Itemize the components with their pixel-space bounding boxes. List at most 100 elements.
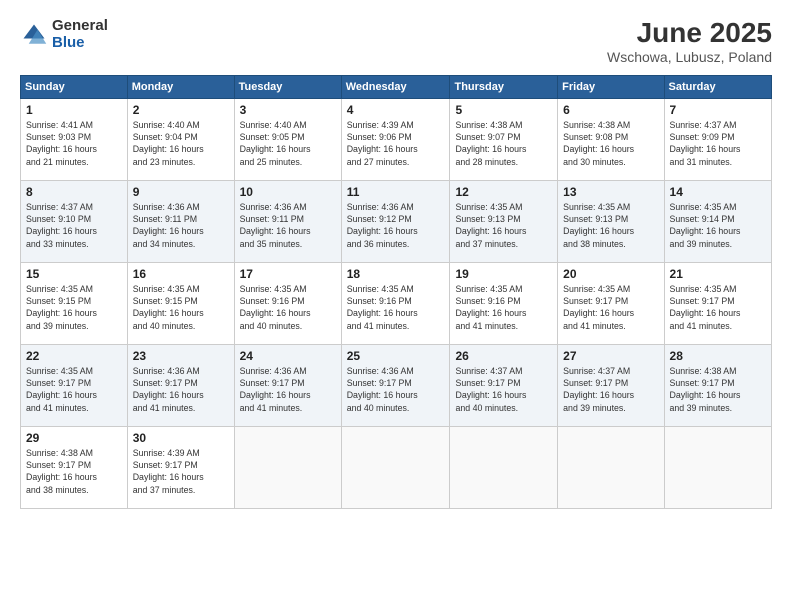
table-row — [341, 426, 450, 508]
table-row: 5 Sunrise: 4:38 AM Sunset: 9:07 PM Daylig… — [450, 98, 558, 180]
table-row: 11Sunrise: 4:36 AM Sunset: 9:12 PM Dayli… — [341, 180, 450, 262]
day-info: Sunrise: 4:35 AM Sunset: 9:13 PM Dayligh… — [563, 201, 658, 250]
table-row: 26Sunrise: 4:37 AM Sunset: 9:17 PM Dayli… — [450, 344, 558, 426]
day-number: 27 — [563, 349, 658, 363]
day-number: 22 — [26, 349, 122, 363]
table-row: 29 Sunrise: 4:38 AM Sunset: 9:17 PM Dayli… — [21, 426, 128, 508]
table-row: 17Sunrise: 4:35 AM Sunset: 9:16 PM Dayli… — [234, 262, 341, 344]
page: General Blue June 2025 Wschowa, Lubusz, … — [0, 0, 792, 612]
day-number: 7 — [670, 103, 766, 117]
day-info: Sunrise: 4:37 AM Sunset: 9:10 PM Dayligh… — [26, 201, 122, 250]
table-row: 30 Sunrise: 4:39 AM Sunset: 9:17 PM Dayli… — [127, 426, 234, 508]
day-info: Sunrise: 4:35 AM Sunset: 9:15 PM Dayligh… — [133, 283, 229, 332]
day-number: 24 — [240, 349, 336, 363]
table-row: 13 Sunrise: 4:35 AM Sunset: 9:13 PM Dayli… — [558, 180, 664, 262]
table-row: 3 Sunrise: 4:40 AM Sunset: 9:05 PM Daylig… — [234, 98, 341, 180]
day-number: 18 — [347, 267, 445, 281]
table-row: 1Sunrise: 4:41 AM Sunset: 9:03 PM Daylig… — [21, 98, 128, 180]
day-info: Sunrise: 4:37 AM Sunset: 9:17 PM Dayligh… — [563, 365, 658, 414]
day-info: Sunrise: 4:35 AM Sunset: 9:17 PM Dayligh… — [670, 283, 766, 332]
table-row — [664, 426, 771, 508]
day-number: 14 — [670, 185, 766, 199]
main-title: June 2025 — [607, 18, 772, 49]
day-number: 3 — [240, 103, 336, 117]
day-number: 5 — [455, 103, 552, 117]
header: General Blue June 2025 Wschowa, Lubusz, … — [20, 18, 772, 65]
day-info: Sunrise: 4:38 AM Sunset: 9:08 PM Dayligh… — [563, 119, 658, 168]
day-number: 28 — [670, 349, 766, 363]
table-row: 20Sunrise: 4:35 AM Sunset: 9:17 PM Dayli… — [558, 262, 664, 344]
day-number: 30 — [133, 431, 229, 445]
day-info: Sunrise: 4:36 AM Sunset: 9:17 PM Dayligh… — [133, 365, 229, 414]
day-number: 16 — [133, 267, 229, 281]
day-info: Sunrise: 4:40 AM Sunset: 9:05 PM Dayligh… — [240, 119, 336, 168]
table-row: 24 Sunrise: 4:36 AM Sunset: 9:17 PM Dayli… — [234, 344, 341, 426]
table-row: 9 Sunrise: 4:36 AM Sunset: 9:11 PM Daylig… — [127, 180, 234, 262]
table-row: 18 Sunrise: 4:35 AM Sunset: 9:16 PM Dayli… — [341, 262, 450, 344]
day-info: Sunrise: 4:37 AM Sunset: 9:17 PM Dayligh… — [455, 365, 552, 414]
day-number: 8 — [26, 185, 122, 199]
calendar-header-row: Sunday Monday Tuesday Wednesday Thursday… — [21, 75, 772, 98]
day-number: 17 — [240, 267, 336, 281]
day-number: 12 — [455, 185, 552, 199]
day-info: Sunrise: 4:35 AM Sunset: 9:13 PM Dayligh… — [455, 201, 552, 250]
col-friday: Friday — [558, 75, 664, 98]
col-wednesday: Wednesday — [341, 75, 450, 98]
day-info: Sunrise: 4:40 AM Sunset: 9:04 PM Dayligh… — [133, 119, 229, 168]
day-number: 21 — [670, 267, 766, 281]
day-info: Sunrise: 4:35 AM Sunset: 9:16 PM Dayligh… — [455, 283, 552, 332]
table-row: 22 Sunrise: 4:35 AM Sunset: 9:17 PM Dayli… — [21, 344, 128, 426]
day-info: Sunrise: 4:39 AM Sunset: 9:17 PM Dayligh… — [133, 447, 229, 496]
table-row: 8 Sunrise: 4:37 AM Sunset: 9:10 PM Daylig… — [21, 180, 128, 262]
day-number: 23 — [133, 349, 229, 363]
col-thursday: Thursday — [450, 75, 558, 98]
day-info: Sunrise: 4:38 AM Sunset: 9:17 PM Dayligh… — [670, 365, 766, 414]
table-row — [234, 426, 341, 508]
table-row: 19Sunrise: 4:35 AM Sunset: 9:16 PM Dayli… — [450, 262, 558, 344]
day-info: Sunrise: 4:35 AM Sunset: 9:17 PM Dayligh… — [26, 365, 122, 414]
day-number: 10 — [240, 185, 336, 199]
day-info: Sunrise: 4:35 AM Sunset: 9:15 PM Dayligh… — [26, 283, 122, 332]
table-row: 12 Sunrise: 4:35 AM Sunset: 9:13 PM Dayli… — [450, 180, 558, 262]
table-row: 16 Sunrise: 4:35 AM Sunset: 9:15 PM Dayli… — [127, 262, 234, 344]
day-info: Sunrise: 4:38 AM Sunset: 9:07 PM Dayligh… — [455, 119, 552, 168]
table-row: 21 Sunrise: 4:35 AM Sunset: 9:17 PM Dayli… — [664, 262, 771, 344]
day-number: 4 — [347, 103, 445, 117]
day-number: 2 — [133, 103, 229, 117]
table-row: 7 Sunrise: 4:37 AM Sunset: 9:09 PM Daylig… — [664, 98, 771, 180]
table-row: 25 Sunrise: 4:36 AM Sunset: 9:17 PM Dayli… — [341, 344, 450, 426]
day-info: Sunrise: 4:39 AM Sunset: 9:06 PM Dayligh… — [347, 119, 445, 168]
table-row — [450, 426, 558, 508]
day-number: 9 — [133, 185, 229, 199]
table-row: 4 Sunrise: 4:39 AM Sunset: 9:06 PM Daylig… — [341, 98, 450, 180]
table-row: 2 Sunrise: 4:40 AM Sunset: 9:04 PM Daylig… — [127, 98, 234, 180]
day-info: Sunrise: 4:36 AM Sunset: 9:17 PM Dayligh… — [347, 365, 445, 414]
day-info: Sunrise: 4:37 AM Sunset: 9:09 PM Dayligh… — [670, 119, 766, 168]
logo: General Blue — [20, 18, 108, 51]
day-number: 1 — [26, 103, 122, 117]
col-monday: Monday — [127, 75, 234, 98]
day-info: Sunrise: 4:36 AM Sunset: 9:11 PM Dayligh… — [133, 201, 229, 250]
logo-text: General Blue — [52, 18, 108, 51]
day-number: 13 — [563, 185, 658, 199]
day-info: Sunrise: 4:35 AM Sunset: 9:16 PM Dayligh… — [347, 283, 445, 332]
logo-icon — [20, 21, 48, 49]
table-row: 14Sunrise: 4:35 AM Sunset: 9:14 PM Dayli… — [664, 180, 771, 262]
title-block: June 2025 Wschowa, Lubusz, Poland — [607, 18, 772, 65]
table-row: 28 Sunrise: 4:38 AM Sunset: 9:17 PM Dayli… — [664, 344, 771, 426]
subtitle: Wschowa, Lubusz, Poland — [607, 49, 772, 65]
day-info: Sunrise: 4:36 AM Sunset: 9:17 PM Dayligh… — [240, 365, 336, 414]
day-info: Sunrise: 4:36 AM Sunset: 9:12 PM Dayligh… — [347, 201, 445, 250]
day-number: 25 — [347, 349, 445, 363]
table-row: 6Sunrise: 4:38 AM Sunset: 9:08 PM Daylig… — [558, 98, 664, 180]
col-sunday: Sunday — [21, 75, 128, 98]
table-row: 10 Sunrise: 4:36 AM Sunset: 9:11 PM Dayli… — [234, 180, 341, 262]
table-row: 27 Sunrise: 4:37 AM Sunset: 9:17 PM Dayli… — [558, 344, 664, 426]
day-number: 29 — [26, 431, 122, 445]
table-row: 15 Sunrise: 4:35 AM Sunset: 9:15 PM Dayli… — [21, 262, 128, 344]
table-row — [558, 426, 664, 508]
day-info: Sunrise: 4:38 AM Sunset: 9:17 PM Dayligh… — [26, 447, 122, 496]
day-info: Sunrise: 4:36 AM Sunset: 9:11 PM Dayligh… — [240, 201, 336, 250]
table-row: 23 Sunrise: 4:36 AM Sunset: 9:17 PM Dayli… — [127, 344, 234, 426]
day-number: 15 — [26, 267, 122, 281]
